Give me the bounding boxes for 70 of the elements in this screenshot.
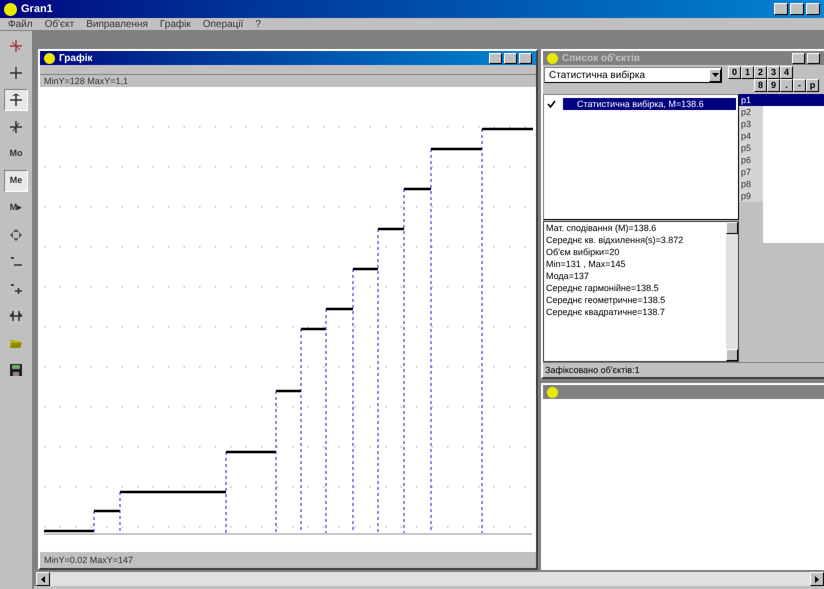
window-title: Список об'єктів [562, 52, 640, 66]
parameter-item[interactable]: p8 [739, 178, 763, 190]
crosshair-icon [9, 93, 23, 107]
crosshair-icon [9, 120, 23, 134]
save-icon [9, 363, 23, 377]
app-logo-icon [547, 52, 558, 64]
menu-item[interactable]: Графік [160, 16, 191, 32]
stats-line: Мат. сподівання (M)=138.6 [546, 222, 658, 234]
scroll-left-icon[interactable] [36, 572, 50, 586]
range-label: MinY=128 MaxY=1,1 [43, 75, 130, 87]
range-label: MinY=0.02 MaxY=147 [43, 554, 134, 567]
window-title: Графік [59, 52, 92, 66]
parameter-item[interactable]: p6 [739, 154, 763, 166]
scroll-right-icon[interactable] [810, 572, 824, 586]
plus-mark-icon [9, 282, 23, 296]
cursor-crosshair-icon [9, 39, 23, 53]
parameter-item[interactable]: p7 [739, 166, 763, 178]
minimize-button[interactable] [774, 3, 788, 15]
key-button[interactable]: 1 [741, 66, 754, 79]
key-button[interactable]: . [780, 79, 793, 92]
stats-line: Середнє квадратичне=138.7 [546, 306, 666, 318]
parameter-item[interactable]: p5 [739, 142, 763, 154]
key-button[interactable]: 0 [728, 66, 741, 79]
key-button[interactable]: 9 [767, 79, 780, 92]
stats-line: Мода=137 [546, 270, 590, 282]
key-button[interactable]: - [793, 79, 806, 92]
parameter-item[interactable]: p1 [739, 94, 763, 106]
maximize-button[interactable] [504, 52, 517, 64]
restore-button[interactable] [790, 3, 804, 15]
object-list-item[interactable]: Статистична вибірка, M=138.6 [563, 98, 736, 110]
scrollbar[interactable] [726, 222, 738, 361]
stats-line: Середнє кв. відхилення(s)=3.872 [546, 234, 684, 246]
key-button[interactable]: 8 [754, 79, 767, 92]
menu-item[interactable]: Операції [202, 16, 244, 32]
key-button[interactable]: p [806, 79, 819, 92]
stats-line: Середнє гармонійне=138.5 [546, 282, 660, 294]
stats-line: Середнє геометричне=138.5 [546, 294, 666, 306]
app-logo-icon [44, 52, 55, 64]
stats-line: Об'єм вибірки=20 [546, 246, 620, 258]
selection-highlight [763, 94, 824, 106]
crosshair-icon [9, 66, 23, 80]
maximize-button[interactable] [807, 52, 820, 64]
app-logo-icon [547, 386, 558, 398]
status-text: Зафіксовано об'єктів:1 [543, 362, 824, 377]
horizontal-scrollbar[interactable] [36, 572, 824, 586]
parameter-item[interactable]: p3 [739, 118, 763, 130]
tool-button[interactable] [4, 89, 28, 111]
menu-item[interactable]: Файл [8, 16, 33, 32]
move-arrows-icon [9, 228, 23, 242]
parameter-item[interactable]: p9 [739, 190, 763, 202]
checkbox[interactable] [546, 98, 557, 110]
menu-item[interactable]: Виправлення [86, 16, 148, 32]
stats-line: Min=131 , Max=145 [546, 258, 627, 270]
key-button[interactable]: 4 [780, 66, 793, 79]
minimize-button[interactable] [792, 52, 805, 64]
tool-button[interactable]: Me [4, 170, 28, 192]
app-logo-icon [4, 2, 17, 16]
close-button[interactable] [519, 52, 532, 64]
menu-item[interactable]: ? [255, 16, 261, 32]
minus-mark-icon [9, 255, 23, 269]
key-button[interactable]: 3 [767, 66, 780, 79]
menu-item[interactable]: Об'єкт [44, 16, 74, 32]
minimize-button[interactable] [489, 52, 502, 64]
key-button[interactable]: 2 [754, 66, 767, 79]
parameter-item[interactable]: p2 [739, 106, 763, 118]
window-title: Gran1 [21, 2, 53, 17]
parameter-item[interactable]: p4 [739, 130, 763, 142]
double-arrow-icon [9, 309, 23, 323]
object-type-dropdown[interactable]: Статистична вибірка [544, 67, 722, 83]
close-button[interactable] [806, 3, 820, 15]
